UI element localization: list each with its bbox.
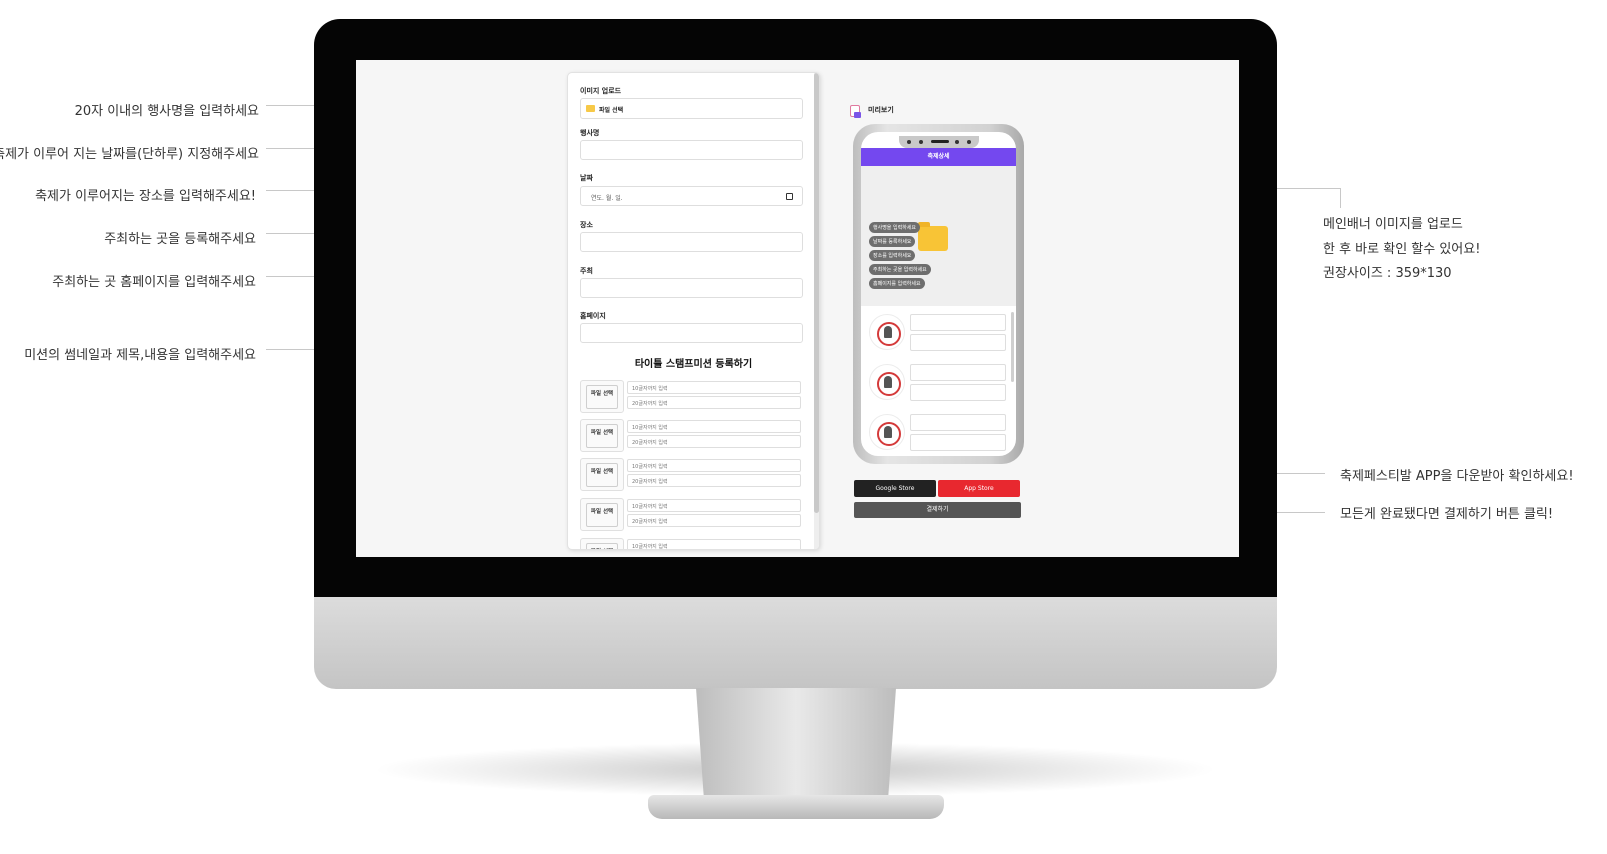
calendar-icon[interactable]: [786, 193, 793, 200]
mission-content-box: [910, 384, 1006, 401]
mission-file-select-label: 파일 선택: [586, 424, 618, 448]
sensor-dot: [967, 140, 971, 144]
form-scrollbar[interactable]: [814, 73, 819, 549]
preview-pill-homepage: 홈페이지를 입력하세요: [869, 278, 925, 289]
mission-section-title: 타이틀 스탬프미션 등록하기: [634, 359, 753, 370]
mission-thumbnail-button[interactable]: 파일 선택: [580, 498, 624, 531]
annotation-app-download: 축제페스티발 APP을 다운받아 확인하세요!: [1340, 469, 1574, 484]
phone-screen: 축제상세 행사명을 입력하세요 날짜를 등록하세요 장소를 입력하세요 주최하는…: [861, 132, 1016, 456]
main-banner: 행사명을 입력하세요 날짜를 등록하세요 장소를 입력하세요 주최하는 곳을 입…: [861, 166, 1016, 306]
preview-pill-host: 주최하는 곳을 입력하세요: [869, 264, 931, 275]
form-scroll-thumb[interactable]: [814, 73, 819, 513]
form-panel: 이미지 업로드 파일 선택 행사명 날짜 연도. 월. 일. 장소 주최 홈페이…: [567, 72, 820, 550]
app-store-button[interactable]: App Store: [938, 480, 1020, 497]
banner-note-line: 권장사이즈 : 359*130: [1323, 266, 1452, 281]
host-input[interactable]: [580, 278, 803, 298]
sensor-dot: [919, 140, 923, 144]
mission-thumbnail-button[interactable]: 파일 선택: [580, 380, 624, 413]
banner-note: 메인배너 이미지를 업로드 한 후 바로 확인 할수 있어요! 권장사이즈 : …: [1323, 213, 1480, 287]
mission-content-box: [910, 434, 1006, 451]
homepage-label: 홈페이지: [580, 312, 606, 320]
mission-row: 파일 선택 10글자까지 입력 20글자까지 입력: [580, 458, 803, 492]
preview-mission-item: [861, 408, 1016, 456]
banner-note-line: 한 후 바로 확인 할수 있어요!: [1323, 241, 1481, 257]
pay-button[interactable]: 결제하기: [854, 502, 1021, 518]
mission-row: 파일 선택 10글자까지 입력: [580, 538, 803, 549]
mission-title-box: [910, 314, 1006, 331]
annotation-date: 축제가 이루어 지는 날짜를(단하루) 지정해주세요: [0, 147, 259, 162]
mission-row: 파일 선택 10글자까지 입력 20글자까지 입력: [580, 498, 803, 532]
preview-title: 미리보기: [868, 106, 894, 114]
monitor-stand-base: [648, 795, 944, 819]
monitor-screen: 이미지 업로드 파일 선택 행사명 날짜 연도. 월. 일. 장소 주최 홈페이…: [356, 60, 1239, 557]
mission-title-input[interactable]: 10글자까지 입력: [627, 459, 801, 472]
preview-pill-date: 날짜를 등록하세요: [869, 236, 916, 247]
mission-row: 파일 선택 10글자까지 입력 20글자까지 입력: [580, 419, 803, 453]
mission-content-input[interactable]: 20글자까지 입력: [627, 514, 801, 527]
mission-title-box: [910, 364, 1006, 381]
place-input[interactable]: [580, 232, 803, 252]
mission-title-input[interactable]: 10글자까지 입력: [627, 539, 801, 549]
mission-thumbnail: [869, 364, 905, 400]
place-label: 장소: [580, 221, 593, 229]
phone-mockup: 축제상세 행사명을 입력하세요 날짜를 등록하세요 장소를 입력하세요 주최하는…: [853, 124, 1024, 464]
file-select-label: 파일 선택: [599, 107, 624, 114]
event-name-label: 행사명: [580, 129, 600, 137]
phone-scrollbar[interactable]: [1011, 312, 1014, 382]
speaker: [931, 140, 949, 143]
mission-title-input[interactable]: 10글자까지 입력: [627, 499, 801, 512]
mission-thumbnail-button[interactable]: 파일 선택: [580, 419, 624, 452]
banner-note-line: 메인배너 이미지를 업로드: [1323, 217, 1463, 232]
annotation-line: [1340, 188, 1341, 208]
mission-file-select-label: 파일 선택: [586, 543, 618, 549]
date-label: 날짜: [580, 174, 593, 182]
preview-mission-item: [861, 308, 1016, 358]
mission-title-box: [910, 414, 1006, 431]
sensor-dot: [907, 140, 911, 144]
mission-title-input[interactable]: 10글자까지 입력: [627, 420, 801, 433]
mission-content-input[interactable]: 20글자까지 입력: [627, 396, 801, 409]
annotation-homepage: 주최하는 곳 홈페이지를 입력해주세요: [52, 275, 256, 290]
date-placeholder: 연도. 월. 일.: [591, 195, 623, 202]
mission-thumbnail-button[interactable]: 파일 선택: [580, 538, 624, 549]
image-upload-label: 이미지 업로드: [580, 87, 622, 95]
mission-thumbnail: [869, 414, 905, 450]
mission-content-input[interactable]: 20글자까지 입력: [627, 435, 801, 448]
phone-notch: [899, 136, 979, 148]
mission-content-box: [910, 334, 1006, 351]
mission-file-select-label: 파일 선택: [586, 385, 618, 409]
google-store-button[interactable]: Google Store: [854, 480, 936, 497]
annotation-pay-hint: 모든게 완료됐다면 결제하기 버튼 클릭!: [1340, 507, 1554, 522]
monitor-chin: [314, 597, 1277, 689]
annotation-event-name: 20자 이내의 행사명을 입력하세요: [74, 104, 259, 119]
annotation-host: 주최하는 곳을 등록해주세요: [104, 232, 256, 247]
preview-icon: [850, 105, 861, 118]
mission-thumbnail: [869, 314, 905, 350]
event-name-input[interactable]: [580, 140, 803, 160]
folder-icon: [586, 105, 595, 112]
mission-thumbnail-button[interactable]: 파일 선택: [580, 458, 624, 491]
folder-icon: [918, 222, 948, 251]
preview-pill-place: 장소를 입력하세요: [869, 250, 916, 261]
preview-mission-item: [861, 358, 1016, 408]
mission-file-select-label: 파일 선택: [586, 503, 618, 527]
app-topbar: 축제상세: [861, 148, 1016, 166]
annotation-place: 축제가 이루어지는 장소를 입력해주세요!: [35, 189, 256, 204]
monitor-stand: [696, 688, 896, 800]
mission-file-select-label: 파일 선택: [586, 463, 618, 487]
mission-content-input[interactable]: 20글자까지 입력: [627, 474, 801, 487]
host-label: 주최: [580, 267, 593, 275]
homepage-input[interactable]: [580, 323, 803, 343]
image-file-select-button[interactable]: 파일 선택: [580, 98, 803, 119]
annotation-mission: 미션의 썸네일과 제목,내용을 입력해주세요: [24, 348, 256, 363]
mission-title-input[interactable]: 10글자까지 입력: [627, 381, 801, 394]
mission-row: 파일 선택 10글자까지 입력 20글자까지 입력: [580, 380, 803, 414]
sensor-dot: [955, 140, 959, 144]
date-input[interactable]: 연도. 월. 일.: [580, 186, 803, 206]
preview-pill-event-name: 행사명을 입력하세요: [869, 222, 920, 233]
